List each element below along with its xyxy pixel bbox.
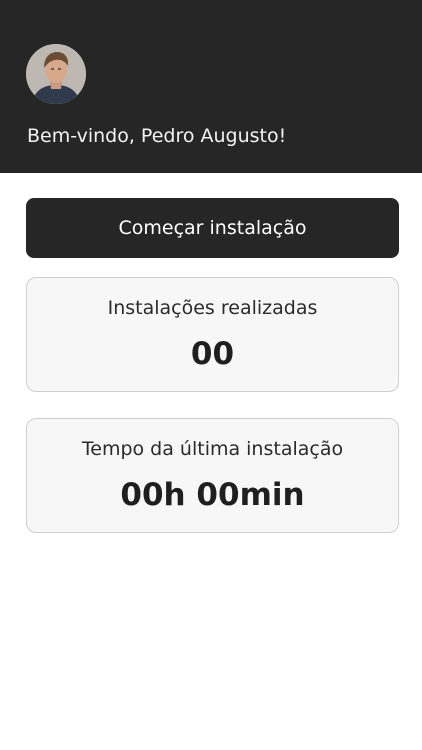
last-installation-time-value: 00h 00min bbox=[120, 477, 305, 513]
app-header: Bem-vindo, Pedro Augusto! bbox=[0, 0, 422, 173]
installations-count-label: Instalações realizadas bbox=[107, 297, 318, 319]
user-avatar[interactable] bbox=[26, 44, 86, 104]
last-installation-time-label: Tempo da última instalação bbox=[81, 438, 344, 460]
installations-count-card: Instalações realizadas 00 bbox=[26, 277, 399, 392]
start-installation-button[interactable]: Começar instalação bbox=[26, 198, 399, 258]
avatar-photo-icon bbox=[26, 44, 86, 104]
last-installation-time-card: Tempo da última instalação 00h 00min bbox=[26, 418, 399, 533]
installations-count-value: 00 bbox=[190, 336, 235, 372]
welcome-message: Bem-vindo, Pedro Augusto! bbox=[27, 125, 287, 147]
